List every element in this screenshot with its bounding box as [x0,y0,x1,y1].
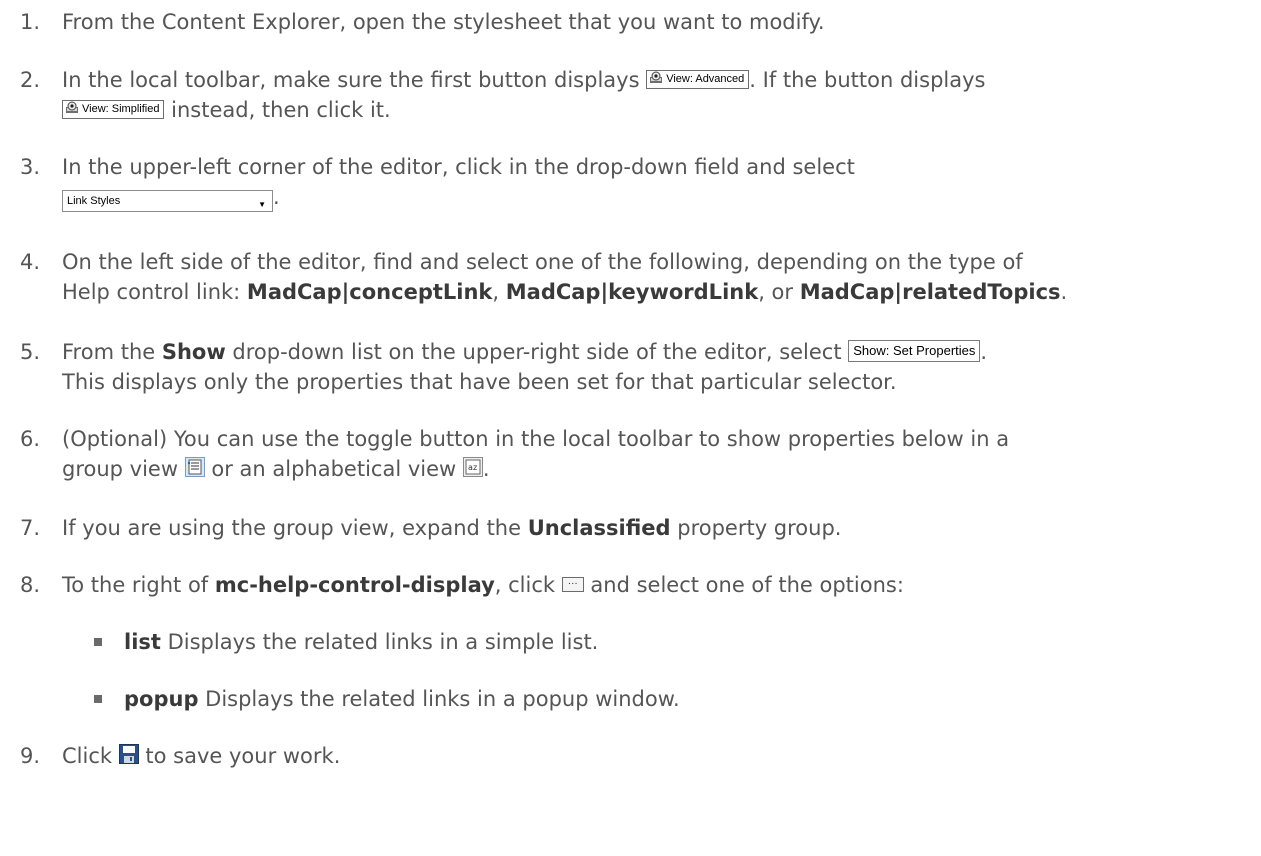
step-text-part: , click [494,573,562,597]
step-text-part: . [482,457,490,481]
step-number: 7. [20,516,41,540]
option-item: list Displays the related links in a sim… [124,627,598,657]
step-number: 4. [20,250,41,274]
link-styles-dropdown: Link Styles ▼ [62,190,273,212]
chevron-down-icon: ▼ [258,200,266,209]
property-term: mc-help-control-display [214,573,495,597]
step-number: 2. [20,68,41,92]
step-text: If you are using the group view, expand … [62,513,1257,543]
view-advanced-label: View: Advanced [666,72,745,85]
step-text-part: instead, then click it. [164,98,391,122]
step-number: 8. [20,573,41,597]
step-text-part: , [492,280,506,304]
group-view-icon [184,457,205,477]
step-text-part: property group. [670,516,842,540]
step-number: 1. [20,10,41,34]
alphabetical-view-icon: az [462,457,483,477]
keyword-link-term: MadCap|keywordLink [505,280,759,304]
view-advanced-button: View: Advanced [646,69,750,89]
step-text-part: Click [62,744,119,768]
option-desc: Displays the related links in a popup wi… [198,687,680,711]
eye-icon [66,101,78,114]
step-text-part: On the left side of the editor, find and… [62,250,1023,274]
show-set-properties-button: Show: Set Properties [848,340,981,362]
step-text-part: Help control link: [62,280,247,304]
view-simplified-button: View: Simplified [62,99,165,119]
step-text-part: drop-down list on the upper-right side o… [225,340,849,364]
bullet-icon [94,638,102,646]
step-text-part: and select one of the options: [583,573,904,597]
step-text: (Optional) You can use the toggle button… [62,424,1257,484]
step-text-part: . [1060,280,1068,304]
eye-icon [650,71,663,84]
step-text: From the Show drop-down list on the uppe… [62,337,1257,397]
step-text-part: To the right of [62,573,215,597]
step-text: In the local toolbar, make sure the firs… [62,65,1257,125]
ellipsis-button-icon: ··· [561,576,584,592]
step-text-part: . [273,185,280,209]
step-number: 6. [20,427,41,451]
view-simplified-label: View: Simplified [82,102,160,115]
step-text-part: . [980,340,988,364]
step-text-part: . If the button displays [749,68,986,92]
bullet-icon [94,695,102,703]
step-text-part: If you are using the group view, expand … [62,516,528,540]
step-number: 5. [20,340,41,364]
dropdown-value: Link Styles [67,195,121,207]
option-desc: Displays the related links in a simple l… [160,630,599,654]
step-text-part: In the local toolbar, make sure the firs… [62,68,647,92]
step-number: 9. [20,744,41,768]
save-icon [118,744,139,764]
step-text-part: to save your work. [138,744,341,768]
step-text-part: In the upper-left corner of the editor, … [62,155,855,179]
step-text-part: or an alphabetical view [204,457,463,481]
step-text: Click to save your work. [62,741,1257,771]
option-item: popup Displays the related links in a po… [124,684,680,714]
step-text-part: group view [62,457,185,481]
step-text: On the left side of the editor, find and… [62,247,1257,307]
concept-link-term: MadCap|conceptLink [246,280,493,304]
step-text-part: From the [62,340,162,364]
step-text: To the right of mc-help-control-display,… [62,570,1257,600]
show-term: Show [161,340,226,364]
step-text-part: This displays only the properties that h… [62,370,897,394]
unclassified-term: Unclassified [527,516,671,540]
step-number: 3. [20,155,41,179]
step-text: From the Content Explorer, open the styl… [62,10,825,34]
option-term: popup [124,687,199,711]
step-text-part: (Optional) You can use the toggle button… [62,427,1010,451]
step-text: In the upper-left corner of the editor, … [62,152,1257,212]
step-text-part: , or [758,280,800,304]
option-term: list [124,630,161,654]
related-topics-term: MadCap|relatedTopics [799,280,1061,304]
svg-text:z: z [473,463,477,472]
